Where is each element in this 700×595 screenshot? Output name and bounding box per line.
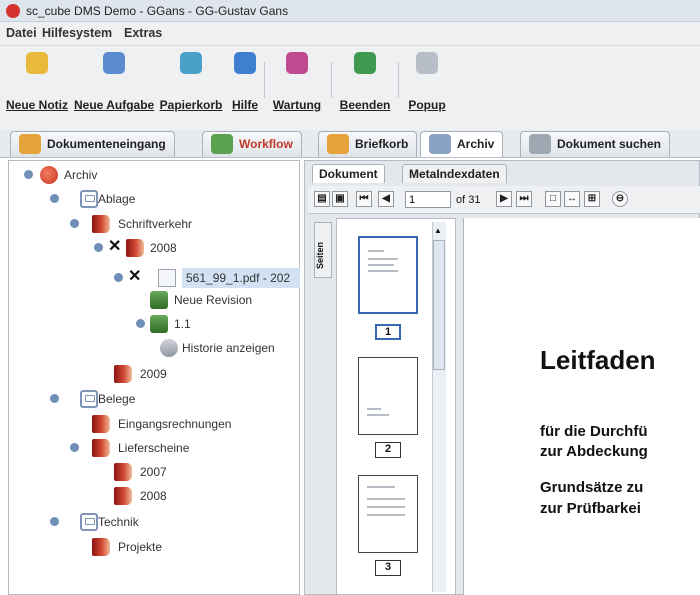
cabinet-icon xyxy=(80,390,98,408)
pdf-document-icon xyxy=(158,269,176,287)
task-icon xyxy=(103,52,125,74)
page-thumbnail[interactable] xyxy=(358,475,418,553)
document-text-line: für die Durchfü xyxy=(540,423,648,440)
print-icon[interactable]: ▤ xyxy=(314,191,330,207)
page-number-label: 3 xyxy=(375,560,401,576)
popup-button[interactable]: Popup xyxy=(400,52,454,120)
maintenance-button[interactable]: Wartung xyxy=(266,52,328,120)
toolbar-separator xyxy=(264,62,265,98)
document-page xyxy=(463,218,700,595)
scrollbar-thumb[interactable] xyxy=(433,240,445,370)
menu-datei[interactable]: Datei xyxy=(6,26,37,40)
fit-page-icon[interactable]: □ xyxy=(545,191,561,207)
new-note-button[interactable]: Neue Notiz xyxy=(2,52,72,120)
first-page-icon[interactable]: ⏮ xyxy=(356,191,372,207)
scroll-up-icon[interactable]: ▲ xyxy=(434,226,442,235)
menu-hilfesystem[interactable]: Hilfesystem xyxy=(42,26,112,40)
folder-icon xyxy=(114,365,132,383)
expander-icon[interactable] xyxy=(94,243,103,252)
menu-extras[interactable]: Extras xyxy=(124,26,162,40)
inbox-icon xyxy=(19,134,41,154)
version-icon xyxy=(150,315,168,333)
remove-mark-icon[interactable]: ✕ xyxy=(108,236,121,256)
page-number-label: 1 xyxy=(375,324,401,340)
document-text-line: zur Prüfbarkei xyxy=(540,500,641,517)
actual-size-icon[interactable]: ⊞ xyxy=(584,191,600,207)
search-icon xyxy=(529,134,551,154)
last-page-icon[interactable]: ⏭ xyxy=(516,191,532,207)
tab-dokument-suchen[interactable]: Dokument suchen xyxy=(520,131,671,157)
app-logo-icon xyxy=(6,4,20,18)
expander-icon[interactable] xyxy=(136,319,145,328)
tab-seiten[interactable]: Seiten xyxy=(314,222,332,278)
cabinet-icon xyxy=(80,190,98,208)
help-button[interactable]: Hilfe xyxy=(229,52,261,120)
save-icon[interactable]: ▣ xyxy=(332,191,348,207)
tab-briefkorb[interactable]: Briefkorb xyxy=(318,131,418,157)
cabinet-icon xyxy=(80,513,98,531)
exit-button[interactable]: Beenden xyxy=(333,52,397,120)
archive-root-icon xyxy=(40,166,58,184)
next-page-icon[interactable]: ▶ xyxy=(496,191,512,207)
folder-icon xyxy=(114,463,132,481)
document-heading: Leitfaden xyxy=(540,345,656,375)
page-thumbnail[interactable] xyxy=(358,236,418,314)
expander-icon[interactable] xyxy=(114,273,123,282)
folder-icon xyxy=(92,215,110,233)
zoom-out-icon[interactable]: ⊖ xyxy=(612,191,628,207)
window-title: sc_cube DMS Demo - GGans - GG-Gustav Gan… xyxy=(26,4,289,18)
document-text-line: Grundsätze zu xyxy=(540,479,644,496)
toolbar-separator xyxy=(331,62,332,98)
help-icon xyxy=(234,52,256,74)
page-number-label: 2 xyxy=(375,442,401,458)
history-icon xyxy=(160,339,178,357)
folder-icon xyxy=(92,415,110,433)
note-icon xyxy=(26,52,48,74)
expander-icon[interactable] xyxy=(50,517,59,526)
popup-icon xyxy=(416,52,438,74)
exit-icon xyxy=(354,52,376,74)
tab-metaindexdaten[interactable]: MetaIndexdaten xyxy=(402,164,507,183)
folder-icon xyxy=(92,538,110,556)
expander-icon[interactable] xyxy=(50,394,59,403)
tab-archiv[interactable]: Archiv xyxy=(420,131,504,157)
expander-icon[interactable] xyxy=(70,219,79,228)
page-thumbnail[interactable] xyxy=(358,357,418,435)
archive-icon xyxy=(429,134,451,154)
expander-icon[interactable] xyxy=(50,194,59,203)
tab-workflow[interactable]: Workflow xyxy=(202,131,302,157)
folder-icon xyxy=(114,487,132,505)
expander-icon[interactable] xyxy=(24,170,33,179)
maintenance-icon xyxy=(286,52,308,74)
toolbar-separator xyxy=(398,62,399,98)
new-task-button[interactable]: Neue Aufgabe xyxy=(74,52,154,120)
fit-width-icon[interactable]: ↔ xyxy=(564,191,580,207)
tab-dokumenteneingang[interactable]: Dokumenteneingang xyxy=(10,131,175,157)
remove-mark-icon[interactable]: ✕ xyxy=(128,266,141,286)
expander-icon[interactable] xyxy=(70,443,79,452)
revision-icon xyxy=(150,291,168,309)
document-text-line: zur Abdeckung xyxy=(540,443,648,460)
tab-dokument[interactable]: Dokument xyxy=(312,164,385,183)
previous-page-icon[interactable]: ◀ xyxy=(378,191,394,207)
page-count-label: of 31 xyxy=(456,194,481,206)
page-number-input[interactable] xyxy=(405,191,451,208)
folder-icon xyxy=(92,439,110,457)
trash-button[interactable]: Papierkorb xyxy=(155,52,227,120)
folder-icon xyxy=(126,239,144,257)
trash-icon xyxy=(180,52,202,74)
letterbox-icon xyxy=(327,134,349,154)
workflow-icon xyxy=(211,134,233,154)
